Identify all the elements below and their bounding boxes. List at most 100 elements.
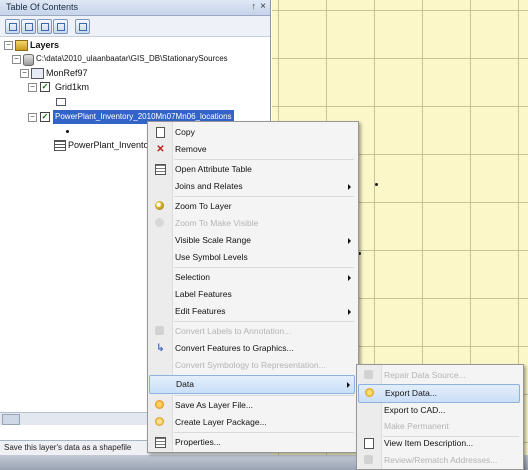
menu-item-label: Zoom To Layer [175, 201, 232, 211]
collapse-icon[interactable]: − [20, 69, 29, 78]
convert-icon: ↳ [156, 343, 165, 354]
folder-path-label[interactable]: C:\data\2010_ulaanbaatar\GIS_DB\Stationa… [36, 52, 228, 66]
status-text: Save this layer's data as a shapefile [4, 443, 132, 452]
menu-item-copy[interactable]: Copy [149, 124, 355, 141]
export-icon [365, 388, 374, 397]
menu-separator [174, 321, 354, 322]
geocode-icon [364, 455, 373, 464]
menu-item-data[interactable]: Data [149, 375, 355, 394]
zoom-icon [155, 201, 164, 210]
menu-item-properties[interactable]: Properties... [149, 434, 355, 451]
menu-separator [174, 395, 354, 396]
menu-item-zoom-to-make-visible: Zoom To Make Visible [149, 215, 355, 232]
properties-icon [155, 437, 166, 448]
menu-item-label: Label Features [175, 289, 232, 299]
collapse-icon[interactable]: − [4, 41, 13, 50]
point-symbol-icon [66, 130, 69, 133]
menu-item-label: Copy [175, 127, 195, 137]
save-icon [155, 400, 164, 409]
menu-item-label: Remove [175, 144, 207, 154]
map-point [375, 183, 378, 186]
tree-row-layers[interactable]: − Layers [0, 38, 270, 52]
menu-item-selection[interactable]: Selection [149, 269, 355, 286]
close-icon[interactable]: × [260, 1, 266, 12]
feature-class-icon [31, 68, 44, 79]
menu-item-label: Convert Symbology to Representation... [175, 360, 326, 370]
submenu-arrow-icon [348, 309, 351, 315]
menu-item-label: Use Symbol Levels [175, 252, 248, 262]
collapse-icon[interactable]: − [12, 55, 21, 64]
table-icon [155, 164, 166, 175]
menu-item-label: Properties... [175, 437, 221, 447]
collapse-icon[interactable]: − [28, 83, 37, 92]
dataframe-label[interactable]: MonRef97 [46, 66, 88, 80]
list-by-source-icon[interactable] [21, 19, 36, 34]
table-icon [54, 140, 66, 151]
menu-item-review-rematch-addresses: Review/Rematch Addresses... [358, 452, 520, 469]
polygon-symbol-icon [56, 98, 66, 106]
menu-item-label: Selection [175, 272, 210, 282]
tree-row-dataframe[interactable]: − MonRef97 [0, 66, 270, 80]
table-label[interactable]: PowerPlant_Inventory [68, 138, 156, 152]
menu-item-make-permanent: Make Permanent [358, 418, 520, 435]
menu-separator [174, 432, 354, 433]
menu-item-label: Visible Scale Range [175, 235, 251, 245]
menu-item-use-symbol-levels[interactable]: Use Symbol Levels [149, 249, 355, 266]
menu-item-view-item-description[interactable]: View Item Description... [358, 435, 520, 452]
menu-item-open-attribute-table[interactable]: Open Attribute Table [149, 161, 355, 178]
layers-label[interactable]: Layers [30, 38, 59, 52]
tree-row-grid-symbol [0, 94, 270, 108]
list-by-drawing-order-icon[interactable] [5, 19, 20, 34]
grid-layer-label[interactable]: Grid1km [55, 80, 89, 94]
list-by-visibility-icon[interactable] [37, 19, 52, 34]
pin-icon[interactable]: ↑ [252, 1, 257, 11]
visibility-checkbox[interactable]: ✓ [40, 112, 50, 122]
collapse-icon[interactable]: − [28, 113, 37, 122]
menu-item-label: View Item Description... [384, 438, 474, 448]
menu-item-remove[interactable]: ✕ Remove [149, 141, 355, 158]
submenu-arrow-icon [348, 184, 351, 190]
menu-item-label: Export to CAD... [384, 405, 446, 415]
menu-item-visible-scale-range[interactable]: Visible Scale Range [149, 232, 355, 249]
data-submenu: Repair Data Source... Export Data... Exp… [356, 364, 524, 470]
layers-icon [15, 40, 28, 51]
menu-item-label: Data [176, 379, 194, 389]
menu-item-label: Edit Features [175, 306, 226, 316]
menu-item-convert-labels-to-annotation: Convert Labels to Annotation... [149, 323, 355, 340]
menu-item-label: Convert Labels to Annotation... [175, 326, 292, 336]
menu-item-label: Joins and Relates [175, 181, 243, 191]
menu-item-save-as-layer-file[interactable]: Save As Layer File... [149, 397, 355, 414]
database-icon [23, 54, 34, 66]
menu-item-joins-and-relates[interactable]: Joins and Relates [149, 178, 355, 195]
menu-item-convert-features-to-graphics[interactable]: ↳ Convert Features to Graphics... [149, 340, 355, 357]
toc-title-bar: Table Of Contents ↑ × [0, 0, 270, 16]
visibility-checkbox[interactable]: ✓ [40, 82, 50, 92]
menu-item-label: Export Data... [385, 388, 437, 398]
list-by-selection-icon[interactable] [53, 19, 68, 34]
menu-item-label: Review/Rematch Addresses... [384, 455, 498, 465]
options-icon[interactable] [75, 19, 90, 34]
menu-item-label-features[interactable]: Label Features [149, 286, 355, 303]
scroll-left-icon[interactable] [2, 414, 20, 425]
tree-row-grid[interactable]: − ✓ Grid1km [0, 80, 270, 94]
layer-context-menu: Copy ✕ Remove Open Attribute Table Joins… [147, 121, 359, 453]
menu-separator [174, 159, 354, 160]
remove-icon: ✕ [156, 144, 165, 155]
menu-item-zoom-to-layer[interactable]: Zoom To Layer [149, 198, 355, 215]
tree-row-folder[interactable]: − C:\data\2010_ulaanbaatar\GIS_DB\Statio… [0, 52, 270, 66]
menu-item-label: Create Layer Package... [175, 417, 267, 427]
menu-separator [174, 267, 354, 268]
menu-separator [174, 196, 354, 197]
repair-icon [364, 370, 373, 379]
menu-item-export-to-cad[interactable]: Export to CAD... [358, 402, 520, 419]
submenu-arrow-icon [348, 238, 351, 244]
menu-item-edit-features[interactable]: Edit Features [149, 303, 355, 320]
menu-item-label: Repair Data Source... [384, 370, 466, 380]
menu-item-label: Convert Features to Graphics... [175, 343, 294, 353]
zoom-icon [155, 218, 164, 227]
menu-item-create-layer-package[interactable]: Create Layer Package... [149, 414, 355, 431]
menu-item-label: Zoom To Make Visible [175, 218, 259, 228]
convert-labels-icon [155, 326, 164, 335]
menu-item-export-data[interactable]: Export Data... [358, 384, 520, 403]
menu-item-label: Save As Layer File... [175, 400, 253, 410]
